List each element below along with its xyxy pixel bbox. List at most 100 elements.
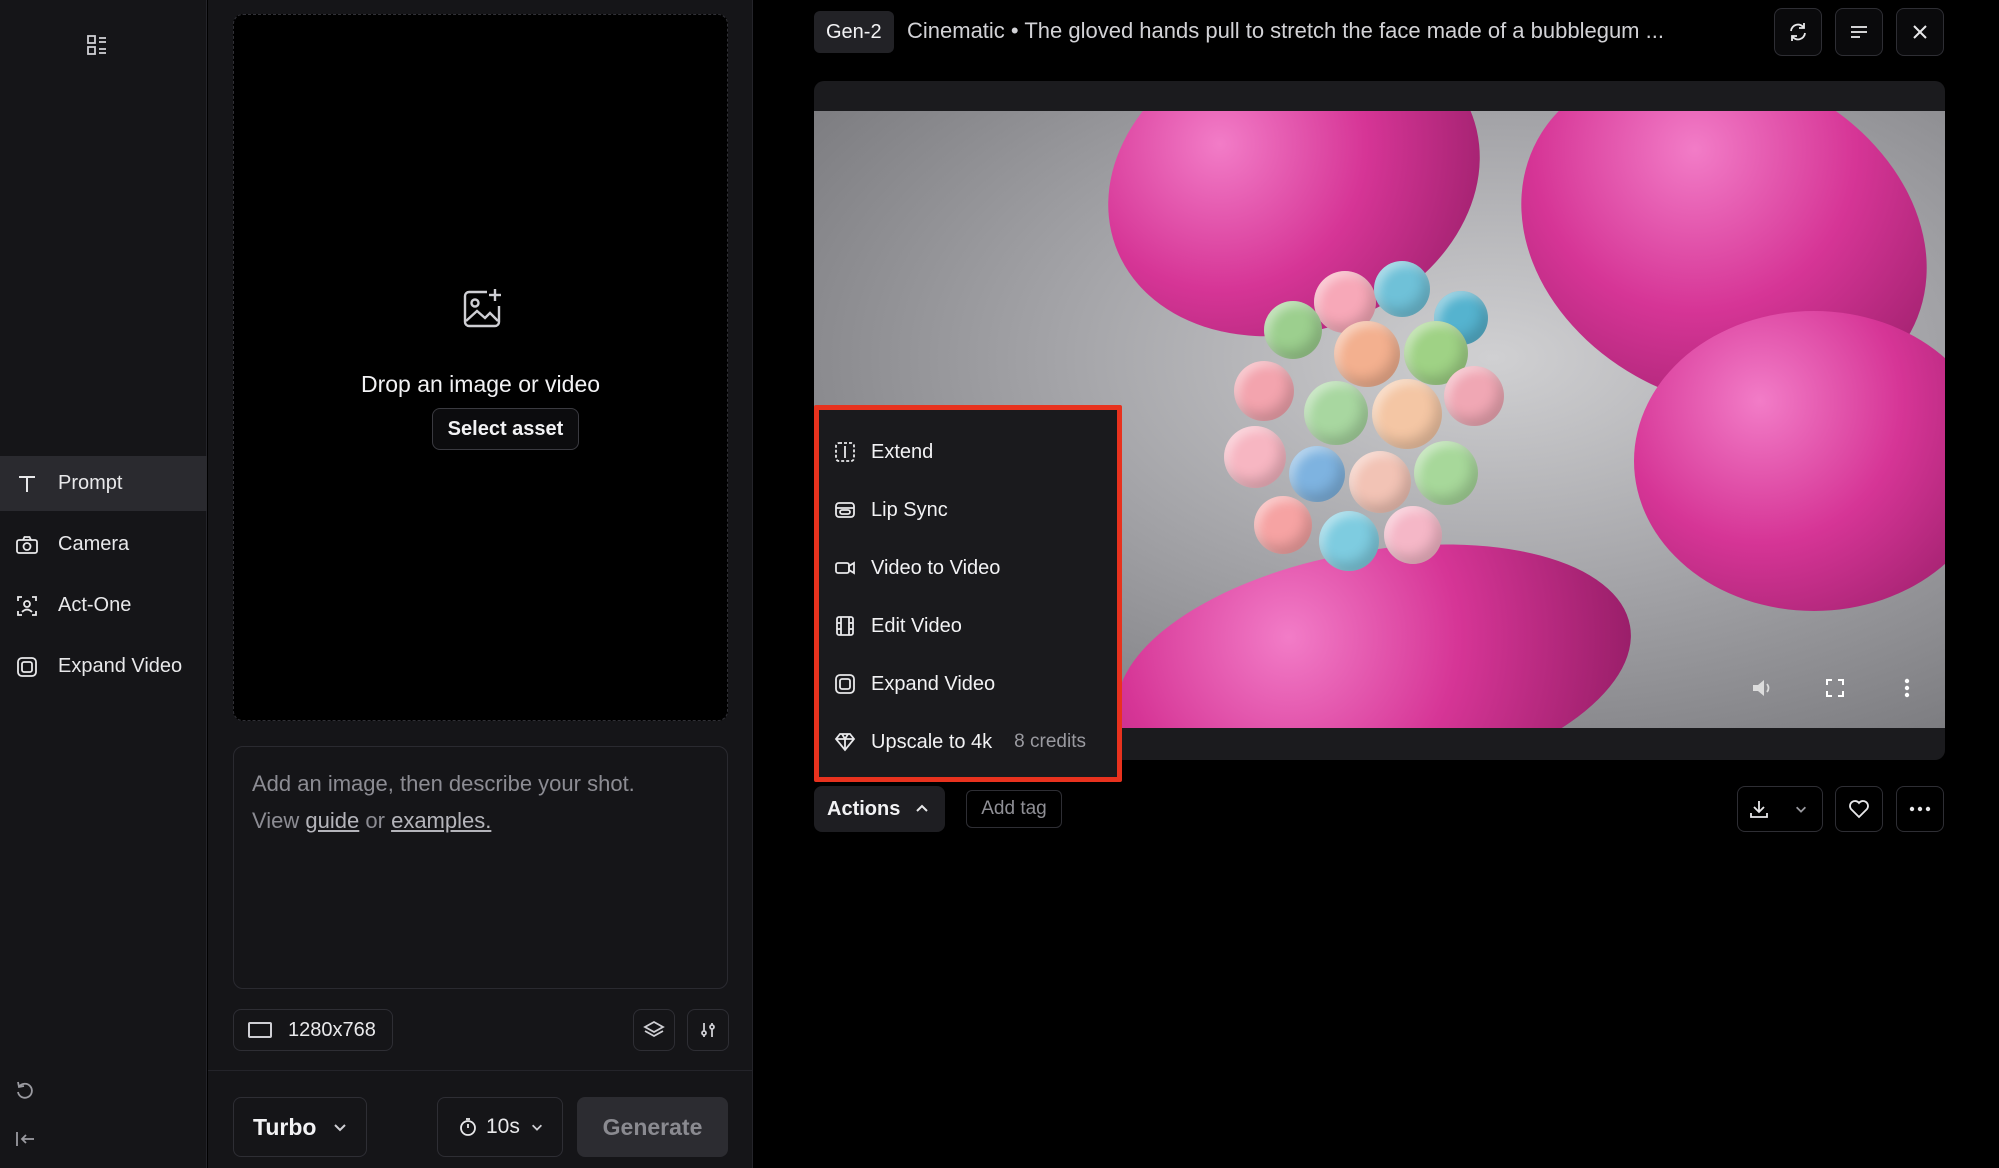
generate-button[interactable]: Generate (577, 1097, 728, 1157)
gum-ball (1289, 446, 1345, 502)
generation-panel: Drop an image or video Select asset Add … (208, 0, 753, 1168)
menu-item-expand-video[interactable]: Expand Video (819, 655, 1117, 713)
credits-cost: 8 credits (1014, 731, 1086, 752)
nav-item-act-one[interactable]: Act-One (0, 578, 207, 633)
gum-ball (1384, 506, 1442, 564)
gum-ball (1264, 301, 1322, 359)
nav-item-label: Prompt (58, 472, 123, 494)
add-image-icon (459, 286, 505, 332)
nav-item-label: Act-One (58, 594, 132, 616)
prompt-placeholder-line1: Add an image, then describe your shot. (252, 771, 635, 796)
gum-ball (1349, 451, 1411, 513)
layout-list-icon[interactable] (82, 30, 112, 60)
gum-ball (1254, 496, 1312, 554)
lip-sync-icon (833, 498, 857, 522)
prompt-view-text: View (252, 808, 300, 833)
nav-item-camera[interactable]: Camera (0, 517, 207, 572)
resolution-value: 1280x768 (288, 1018, 376, 1041)
download-button[interactable] (1738, 787, 1780, 831)
nav-item-prompt[interactable]: Prompt (0, 456, 207, 511)
bubblegum-ball-cluster (1194, 261, 1574, 601)
nav-item-expand-video[interactable]: Expand Video (0, 639, 207, 694)
model-selector[interactable]: Turbo (233, 1097, 367, 1157)
details-button[interactable] (1835, 8, 1883, 56)
chevron-down-icon (1794, 802, 1808, 816)
video-more-icon[interactable] (1892, 673, 1922, 703)
refresh-button[interactable] (1774, 8, 1822, 56)
menu-item-label: Extend (871, 440, 934, 463)
duration-selector[interactable]: 10s (437, 1097, 563, 1157)
select-asset-button[interactable]: Select asset (432, 408, 579, 450)
sliders-icon (698, 1020, 718, 1040)
asset-drop-zone[interactable]: Drop an image or video Select asset (233, 14, 728, 721)
align-left-icon (1849, 22, 1869, 42)
left-nav: Prompt Camera Act-One Expand Video (0, 0, 207, 1168)
nav-item-label: Expand Video (58, 655, 183, 677)
prompt-textarea[interactable]: Add an image, then describe your shot. V… (233, 746, 728, 989)
download-group (1737, 786, 1823, 832)
expand-icon (14, 654, 40, 680)
actions-label: Actions (827, 797, 901, 820)
prompt-placeholder-line2: View guide or examples. (252, 802, 709, 839)
layers-button[interactable] (633, 1009, 675, 1051)
layers-icon (643, 1019, 665, 1041)
prompt-or-text: or (365, 808, 385, 833)
film-icon (833, 614, 857, 638)
resolution-selector[interactable]: 1280x768 (233, 1009, 393, 1051)
timer-icon (458, 1117, 478, 1137)
collapse-sidebar-icon[interactable] (12, 1126, 38, 1152)
menu-item-lip-sync[interactable]: Lip Sync (819, 481, 1117, 539)
add-tag-button[interactable]: Add tag (966, 790, 1062, 828)
gum-ball (1304, 381, 1368, 445)
menu-item-label: Edit Video (871, 614, 962, 637)
menu-item-label: Upscale to 4k (871, 730, 993, 753)
model-value: Turbo (253, 1113, 317, 1140)
actions-button[interactable]: Actions (814, 786, 945, 832)
menu-item-label: Lip Sync (871, 498, 948, 521)
gum-ball (1234, 361, 1294, 421)
menu-item-video-to-video[interactable]: Video to Video (819, 539, 1117, 597)
menu-item-extend[interactable]: Extend (819, 423, 1117, 481)
chevron-down-icon (332, 1119, 348, 1135)
volume-icon[interactable] (1747, 673, 1777, 703)
close-icon (1911, 23, 1929, 41)
drop-title: Drop an image or video (360, 371, 601, 397)
act-one-icon (14, 593, 40, 619)
menu-item-edit-video[interactable]: Edit Video (819, 597, 1117, 655)
close-button[interactable] (1896, 8, 1944, 56)
examples-link[interactable]: examples. (391, 808, 491, 833)
download-icon (1748, 798, 1770, 820)
generation-title: Cinematic • The gloved hands pull to str… (907, 18, 1664, 43)
gum-ball (1374, 261, 1430, 317)
model-badge: Gen-2 (814, 11, 894, 53)
extend-icon (833, 440, 857, 464)
menu-item-label: Video to Video (871, 556, 1001, 579)
gum-ball (1319, 511, 1379, 571)
nav-item-label: Camera (58, 533, 130, 555)
gum-ball (1414, 441, 1478, 505)
chevron-down-icon (530, 1120, 544, 1134)
gum-ball (1334, 321, 1400, 387)
video-camera-icon (833, 556, 857, 580)
menu-item-upscale[interactable]: Upscale to 4k 8 credits (819, 713, 1117, 771)
fullscreen-icon[interactable] (1820, 673, 1850, 703)
chevron-up-icon (914, 801, 930, 817)
aspect-ratio-icon (248, 1022, 272, 1038)
heart-icon (1848, 799, 1870, 819)
diamond-icon (833, 730, 857, 754)
undo-icon[interactable] (12, 1077, 38, 1103)
panel-divider (208, 1070, 753, 1071)
guide-link[interactable]: guide (305, 808, 359, 833)
actions-menu: Extend Lip Sync Video to Video Edit Vide… (814, 405, 1122, 782)
settings-button[interactable] (687, 1009, 729, 1051)
expand-video-icon (833, 672, 857, 696)
favorite-button[interactable] (1835, 786, 1883, 832)
refresh-icon (1787, 21, 1809, 43)
menu-item-label: Expand Video (871, 672, 996, 695)
duration-value: 10s (486, 1115, 520, 1138)
more-options-button[interactable] (1896, 786, 1944, 832)
download-options-button[interactable] (1780, 787, 1822, 831)
gum-ball (1224, 426, 1286, 488)
gum-ball (1444, 366, 1504, 426)
text-icon (14, 471, 40, 497)
